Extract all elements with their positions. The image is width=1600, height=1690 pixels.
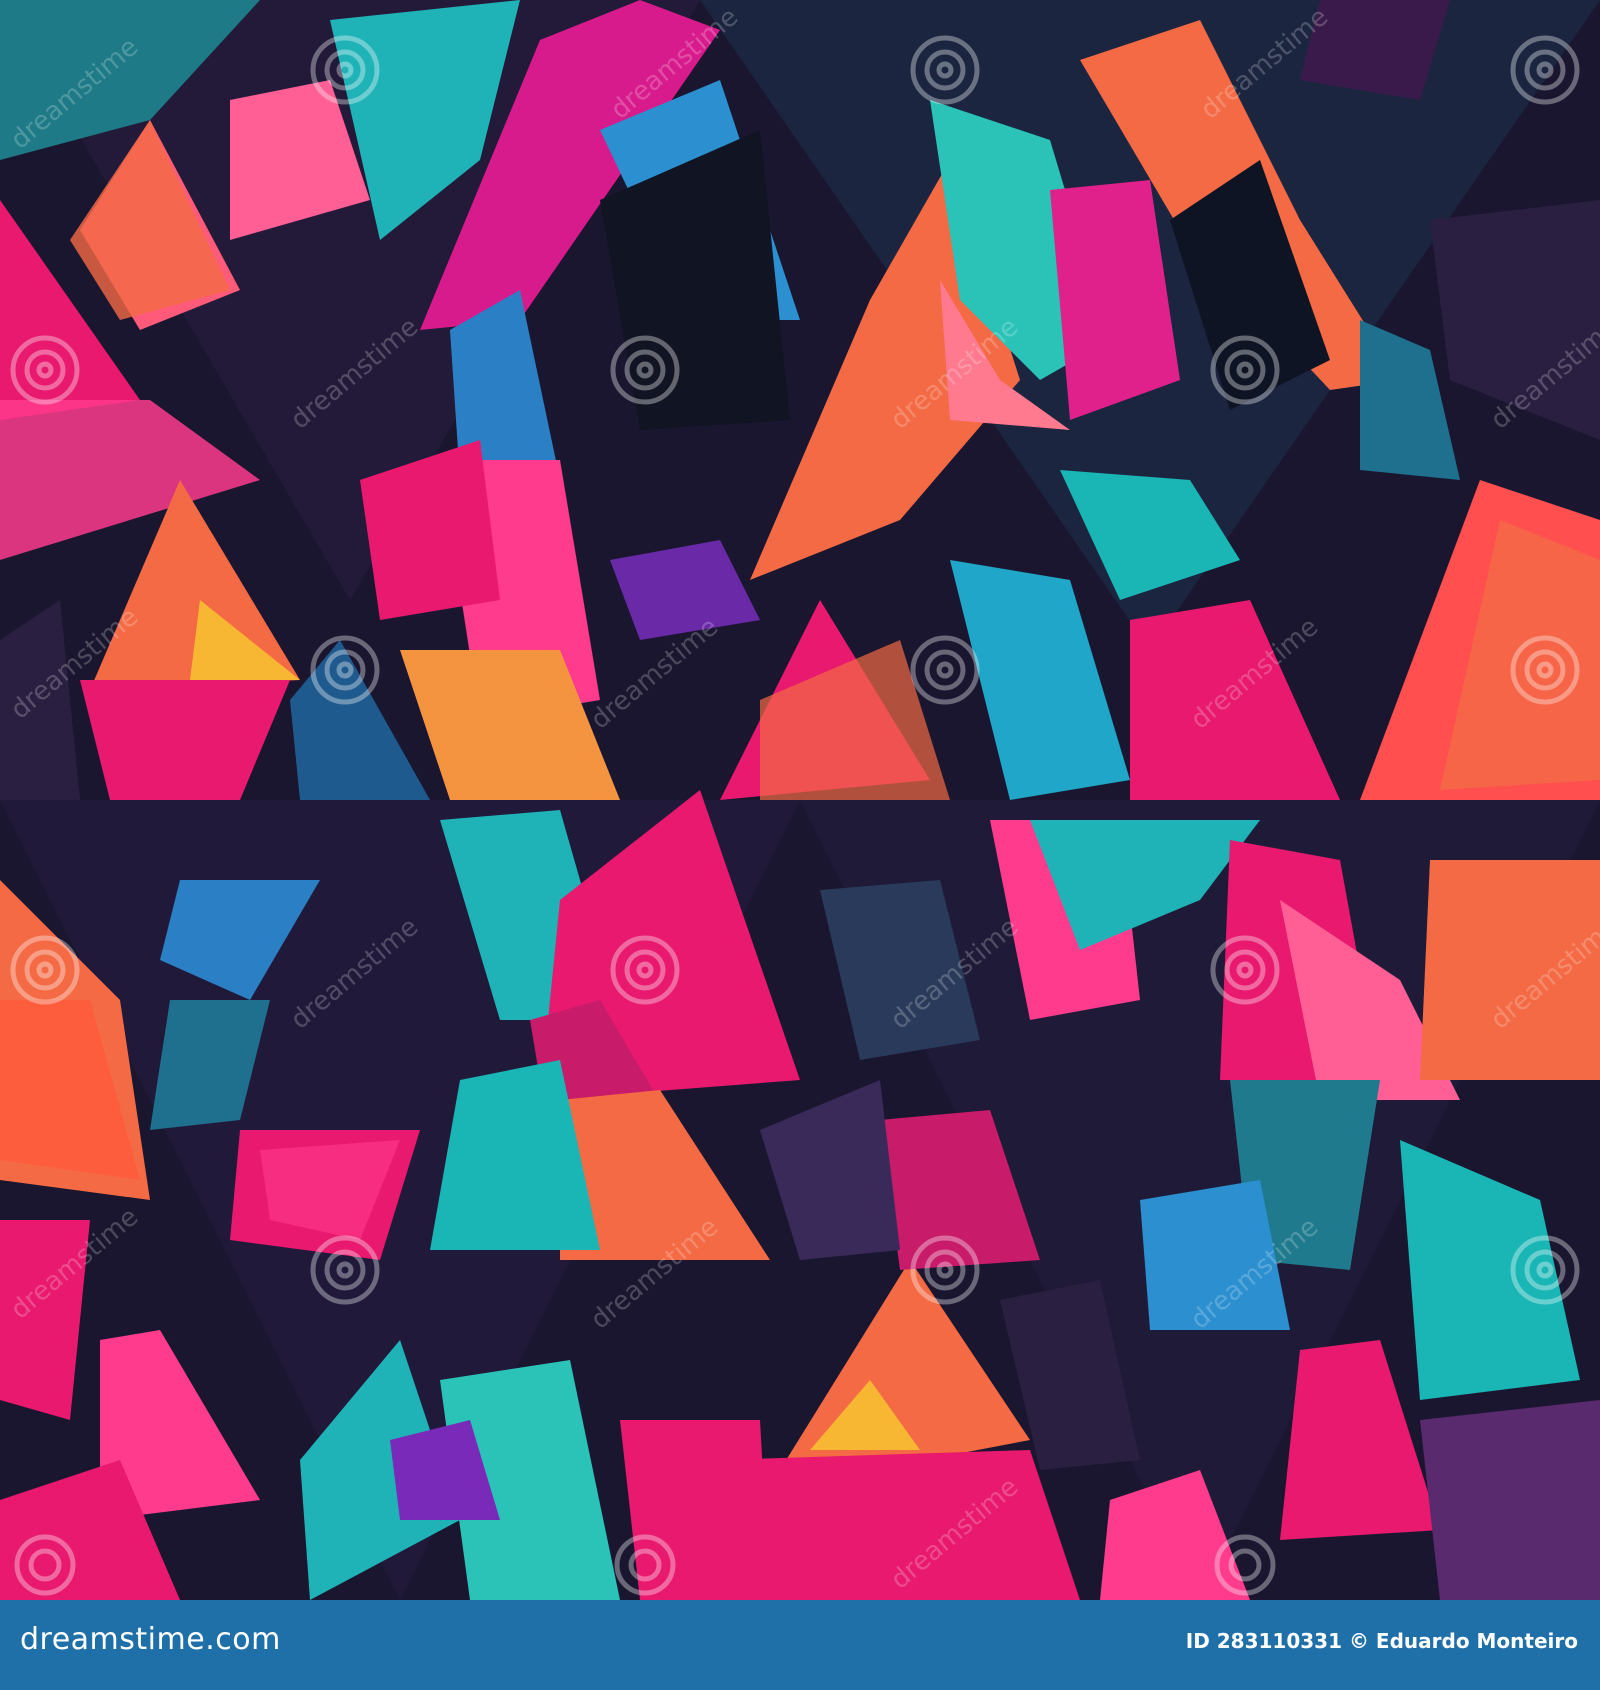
footer-image-credit: ID 283110331 © Eduardo Monteiro [1185,1629,1578,1653]
geometric-triangle-pattern [0,0,1600,1600]
footer-site-name[interactable]: dreamstime.com [20,1622,281,1657]
credit-footer-bar: dreamstime.com ID 283110331 © Eduardo Mo… [0,1600,1600,1690]
stock-image-frame: dreamstime dreamstime dreamstime dreamst… [0,0,1600,1690]
